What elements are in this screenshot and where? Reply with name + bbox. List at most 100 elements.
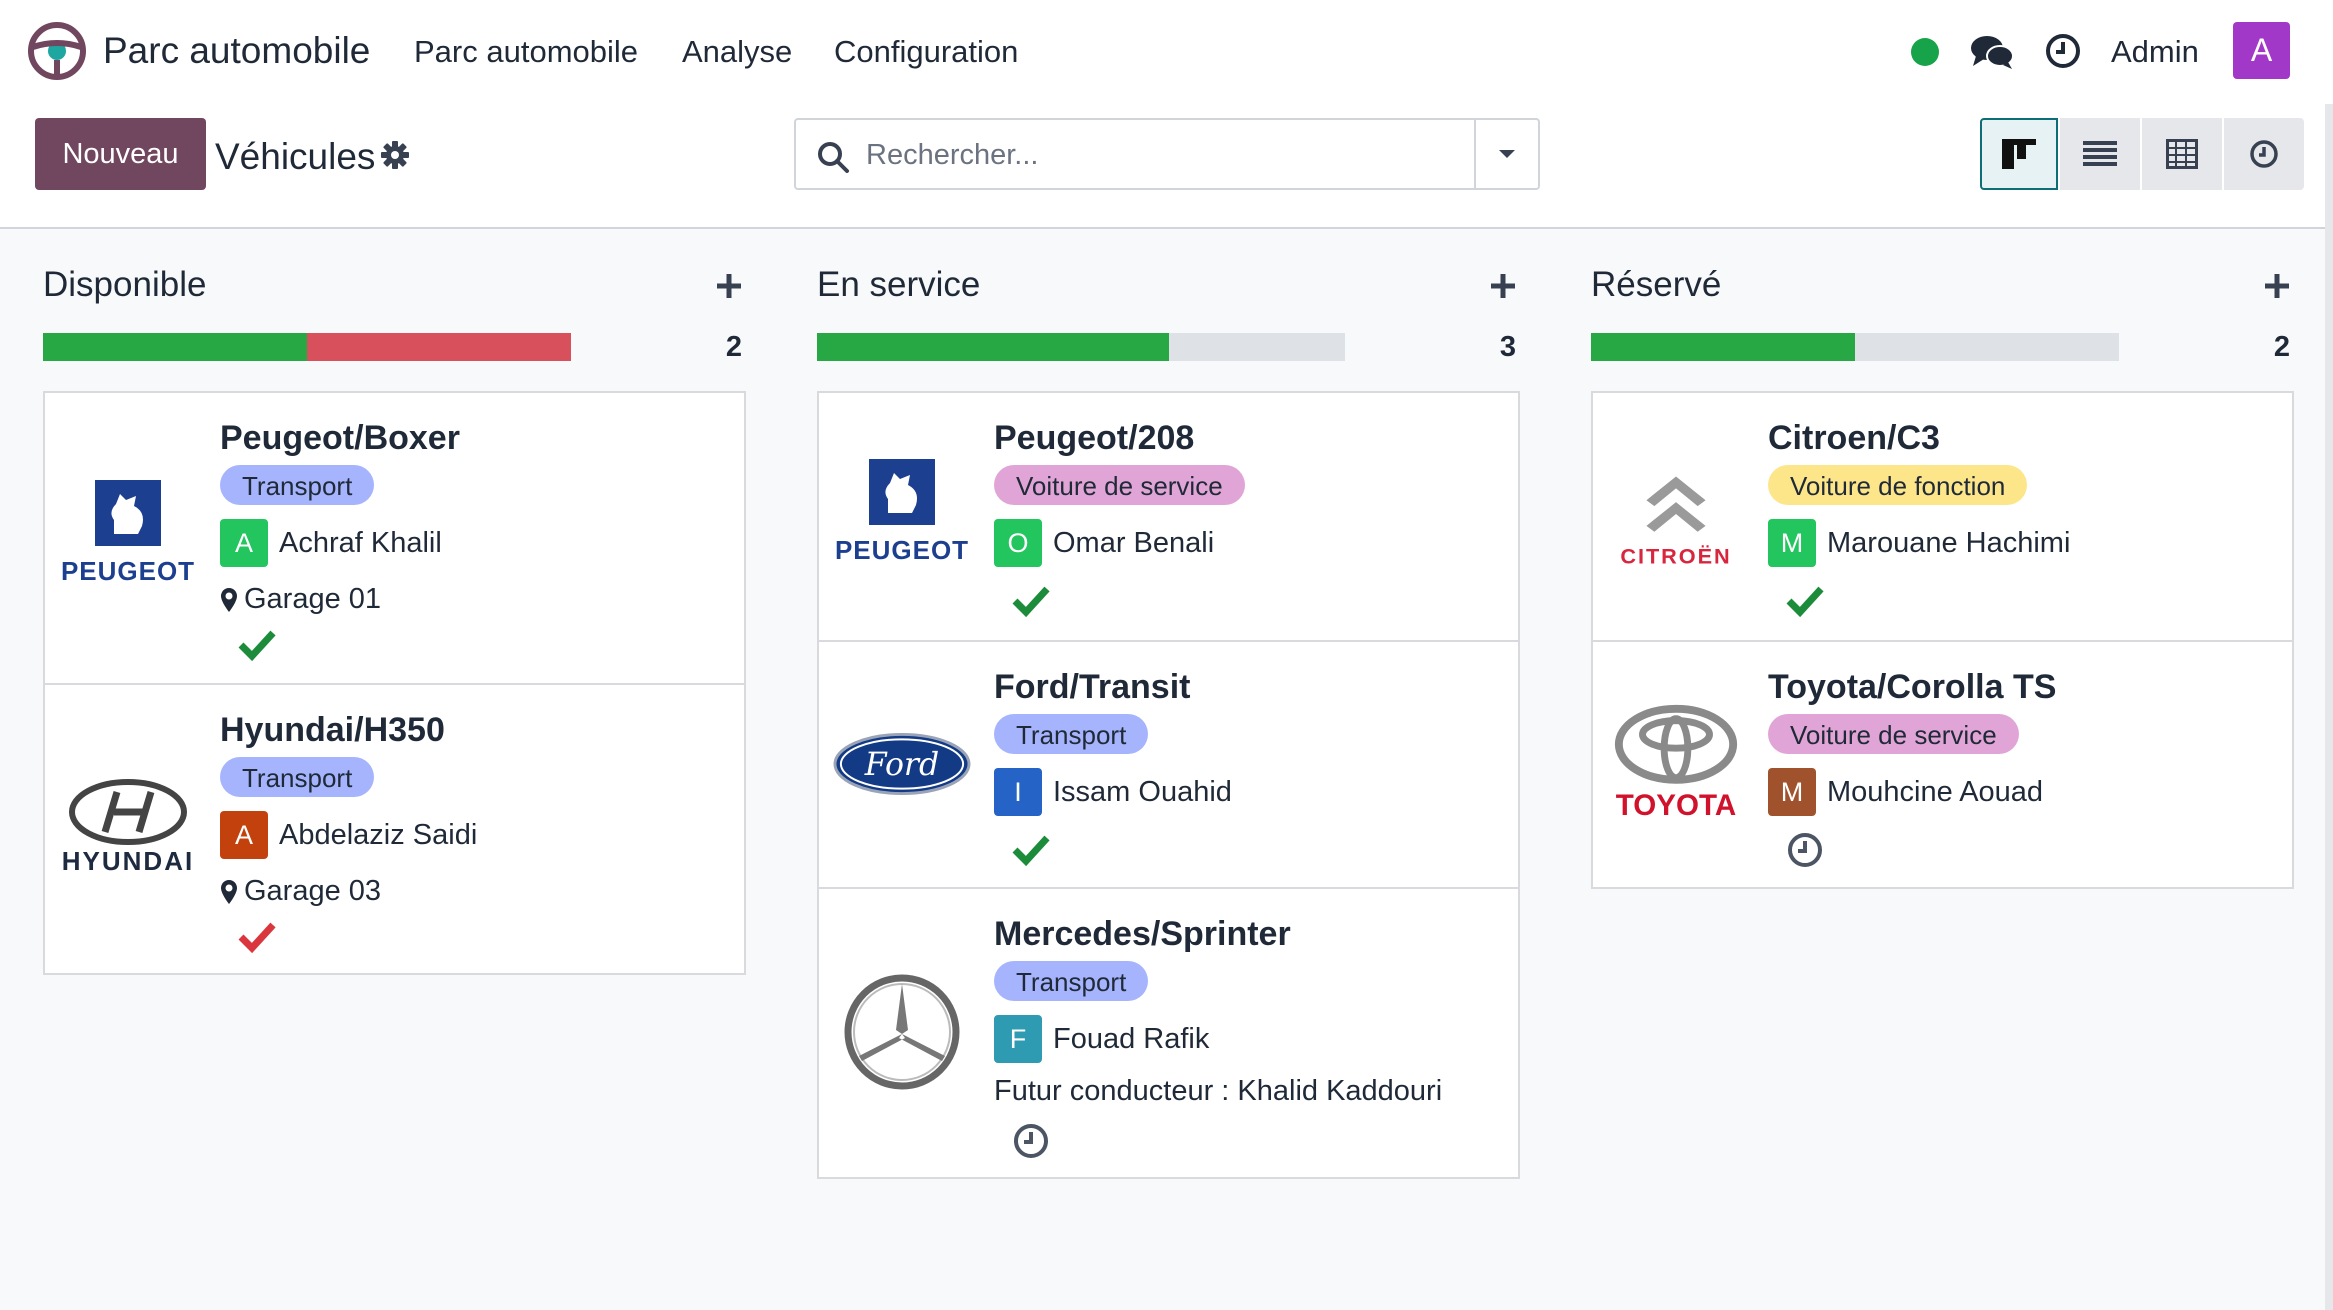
column-title: Réservé xyxy=(1591,265,1722,304)
chat-icon[interactable] xyxy=(1970,34,2014,70)
vehicle-tag: Transport xyxy=(994,961,1149,1001)
vehicle-card[interactable]: CITROËN Citroen/C3 Voiture de fonction M… xyxy=(1593,393,2292,640)
clock-icon[interactable] xyxy=(1011,1121,1051,1161)
vehicle-location: Garage 03 xyxy=(220,875,381,908)
location-label: Garage 01 xyxy=(244,583,382,615)
vehicle-location: Garage 01 xyxy=(220,583,381,616)
kanban-board: Disponible 2 PEUGEOT Peugeot/Boxer Trans… xyxy=(0,227,2333,1310)
driver: I Issam Ouahid xyxy=(994,768,1232,816)
driver: O Omar Benali xyxy=(994,519,1214,567)
caret-down-icon xyxy=(1499,150,1515,158)
svg-text:TOYOTA: TOYOTA xyxy=(1616,789,1736,822)
check-icon[interactable] xyxy=(237,625,277,665)
vehicle-tag: Voiture de service xyxy=(994,465,1245,505)
view-switcher xyxy=(1978,118,2304,190)
svg-text:Ford: Ford xyxy=(864,747,939,783)
driver: M Marouane Hachimi xyxy=(1768,519,2070,567)
driver-name: Issam Ouahid xyxy=(1053,775,1232,808)
progress-segment[interactable] xyxy=(1591,333,1855,361)
search-icon xyxy=(818,142,849,173)
scrollbar[interactable] xyxy=(2325,104,2333,1310)
card-list: PEUGEOT Peugeot/Boxer Transport A Achraf… xyxy=(43,391,746,975)
toyota-logo: TOYOTA xyxy=(1607,695,1745,833)
vehicle-name: Peugeot/208 xyxy=(994,419,1195,457)
online-status-icon xyxy=(1911,38,1939,66)
column-count: 2 xyxy=(725,331,742,363)
search-input[interactable] xyxy=(866,132,1446,178)
driver-name: Abdelaziz Saidi xyxy=(279,818,478,851)
vehicle-tag: Voiture de service xyxy=(1768,714,2019,754)
clock-icon[interactable] xyxy=(1785,830,1825,870)
svg-text:CITROËN: CITROËN xyxy=(1620,543,1731,568)
vehicle-tag: Transport xyxy=(994,714,1149,754)
steering-wheel-icon[interactable] xyxy=(27,21,87,81)
vehicle-name: Ford/Transit xyxy=(994,668,1191,706)
menu-item-fleet[interactable]: Parc automobile xyxy=(414,34,638,70)
kanban-view-button[interactable] xyxy=(1980,118,2058,190)
column-count: 3 xyxy=(1499,331,1516,363)
driver: A Achraf Khalil xyxy=(220,519,442,567)
column-count: 2 xyxy=(2273,331,2290,363)
menu-item-configuration[interactable]: Configuration xyxy=(834,34,1018,70)
pivot-view-button[interactable] xyxy=(2142,118,2222,190)
check-icon[interactable] xyxy=(1011,581,1051,621)
kanban-icon xyxy=(2002,139,2036,169)
menu-item-analysis[interactable]: Analyse xyxy=(682,34,792,70)
vehicle-card[interactable]: HYUNDAI Hyundai/H350 Transport A Abdelaz… xyxy=(45,683,744,973)
card-list: CITROËN Citroen/C3 Voiture de fonction M… xyxy=(1591,391,2294,889)
pivot-icon xyxy=(2166,139,2198,169)
search-options-toggle[interactable] xyxy=(1474,120,1538,188)
activity-clock-icon[interactable] xyxy=(2045,33,2081,69)
location-label: Garage 03 xyxy=(244,875,382,907)
check-icon[interactable] xyxy=(237,917,277,957)
column-title: Disponible xyxy=(43,265,207,304)
vehicle-card[interactable]: PEUGEOT Peugeot/208 Voiture de service O… xyxy=(819,393,1518,640)
list-view-button[interactable] xyxy=(2060,118,2140,190)
app-title[interactable]: Parc automobile xyxy=(103,30,370,72)
driver-avatar: O xyxy=(994,519,1042,567)
vehicle-card[interactable]: Mercedes/Sprinter Transport F Fouad Rafi… xyxy=(819,887,1518,1177)
hyundai-logo: HYUNDAI xyxy=(59,759,197,897)
driver-name: Omar Benali xyxy=(1053,526,1215,559)
progress-segment[interactable] xyxy=(307,333,571,361)
vehicle-name: Toyota/Corolla TS xyxy=(1768,668,2057,706)
plus-icon[interactable] xyxy=(714,271,744,301)
plus-icon[interactable] xyxy=(1488,271,1518,301)
vehicle-name: Hyundai/H350 xyxy=(220,711,445,749)
driver-name: Achraf Khalil xyxy=(279,526,442,559)
progress-segment[interactable] xyxy=(43,333,307,361)
column-title: En service xyxy=(817,265,981,304)
search-bar xyxy=(794,118,1540,190)
peugeot-logo: PEUGEOT xyxy=(59,467,197,605)
driver-avatar: M xyxy=(1768,519,1816,567)
future-driver: Futur conducteur : Khalid Kaddouri xyxy=(994,1075,1443,1107)
driver-name: Fouad Rafik xyxy=(1053,1022,1210,1055)
driver-name: Mouhcine Aouad xyxy=(1827,775,2044,808)
user-avatar[interactable]: A xyxy=(2233,22,2290,79)
svg-text:HYUNDAI: HYUNDAI xyxy=(62,846,194,876)
svg-text:PEUGEOT: PEUGEOT xyxy=(62,556,194,586)
new-button[interactable]: Nouveau xyxy=(35,118,206,190)
vehicle-tag: Transport xyxy=(220,465,375,505)
map-pin-icon xyxy=(221,587,237,612)
driver-avatar: A xyxy=(220,519,268,567)
column-progress-bar xyxy=(1591,333,2119,361)
vehicle-name: Citroen/C3 xyxy=(1768,419,1940,457)
check-icon[interactable] xyxy=(1785,581,1825,621)
driver-avatar: F xyxy=(994,1015,1042,1063)
plus-icon[interactable] xyxy=(2262,271,2292,301)
activity-view-button[interactable] xyxy=(2224,118,2304,190)
peugeot-logo: PEUGEOT xyxy=(833,446,971,584)
gear-icon[interactable] xyxy=(380,140,410,170)
vehicle-card[interactable]: PEUGEOT Peugeot/Boxer Transport A Achraf… xyxy=(45,393,744,683)
driver: A Abdelaziz Saidi xyxy=(220,811,477,859)
progress-segment[interactable] xyxy=(817,333,1170,361)
vehicle-card[interactable]: Ford Ford/Transit Transport I Issam Ouah… xyxy=(819,640,1518,887)
column-progress-bar xyxy=(817,333,1345,361)
vehicle-card[interactable]: TOYOTA Toyota/Corolla TS Voiture de serv… xyxy=(1593,640,2292,887)
driver-name: Marouane Hachimi xyxy=(1827,526,2071,559)
vehicle-tag: Voiture de fonction xyxy=(1768,465,2028,505)
mercedes-logo xyxy=(833,963,971,1101)
check-icon[interactable] xyxy=(1011,830,1051,870)
user-name[interactable]: Admin xyxy=(2111,34,2199,70)
